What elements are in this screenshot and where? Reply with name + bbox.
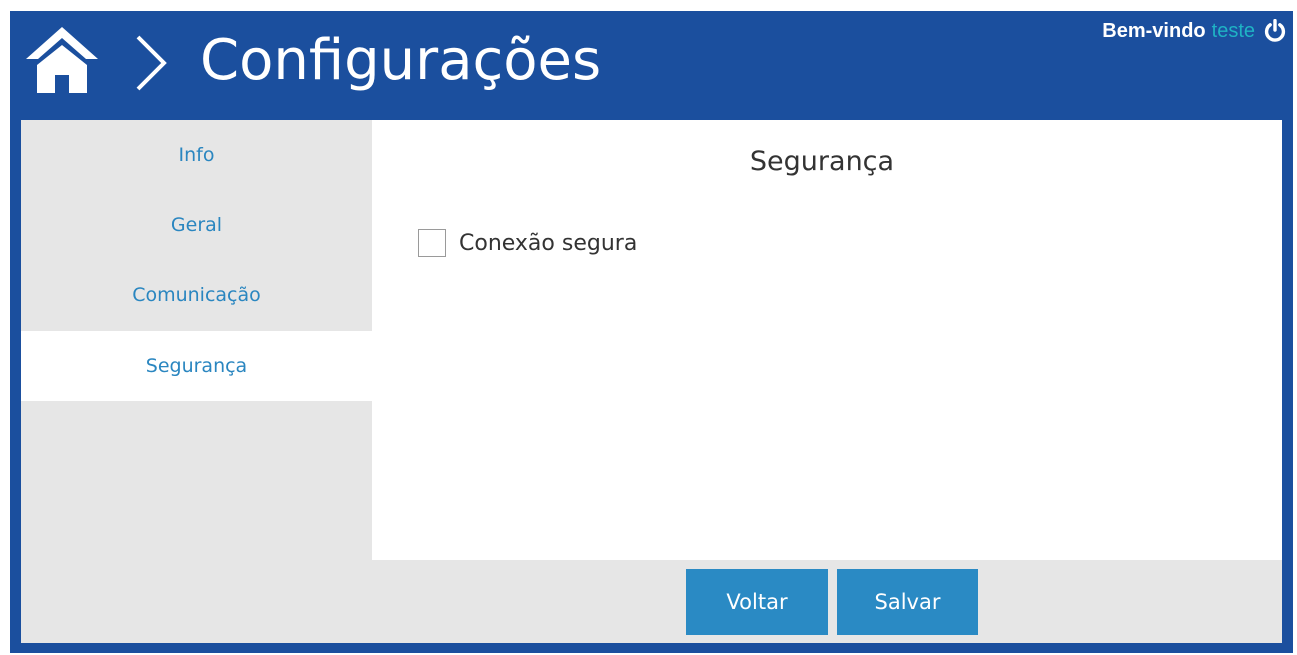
app-frame: Configurações Bem-vindo teste Info Geral…	[10, 11, 1293, 653]
sidebar-item-seguranca[interactable]: Segurança	[21, 331, 372, 401]
section-title: Segurança	[749, 146, 895, 177]
sidebar-item-comunicacao[interactable]: Comunicação	[21, 260, 372, 330]
username-link[interactable]: teste	[1212, 20, 1255, 43]
chevron-right-icon	[136, 35, 167, 91]
header-bar: Configurações Bem-vindo teste	[10, 11, 1293, 119]
welcome-area: Bem-vindo teste	[1102, 17, 1287, 45]
welcome-label: Bem-vindo	[1102, 19, 1206, 42]
power-icon[interactable]	[1263, 19, 1287, 43]
secure-connection-option[interactable]: Conexão segura	[418, 227, 637, 259]
secure-connection-label[interactable]: Conexão segura	[459, 231, 637, 256]
home-icon[interactable]	[24, 25, 100, 95]
page-title: Configurações	[200, 28, 602, 93]
footer-bar: Voltar Salvar	[372, 560, 1282, 643]
settings-content: Segurança Conexão segura	[372, 120, 1282, 560]
back-button[interactable]: Voltar	[686, 569, 828, 635]
settings-sidebar: Info Geral Comunicação Segurança	[21, 120, 372, 643]
sidebar-item-info[interactable]: Info	[21, 120, 372, 190]
save-button[interactable]: Salvar	[837, 569, 978, 635]
secure-connection-checkbox[interactable]	[418, 229, 446, 257]
sidebar-item-geral[interactable]: Geral	[21, 190, 372, 260]
